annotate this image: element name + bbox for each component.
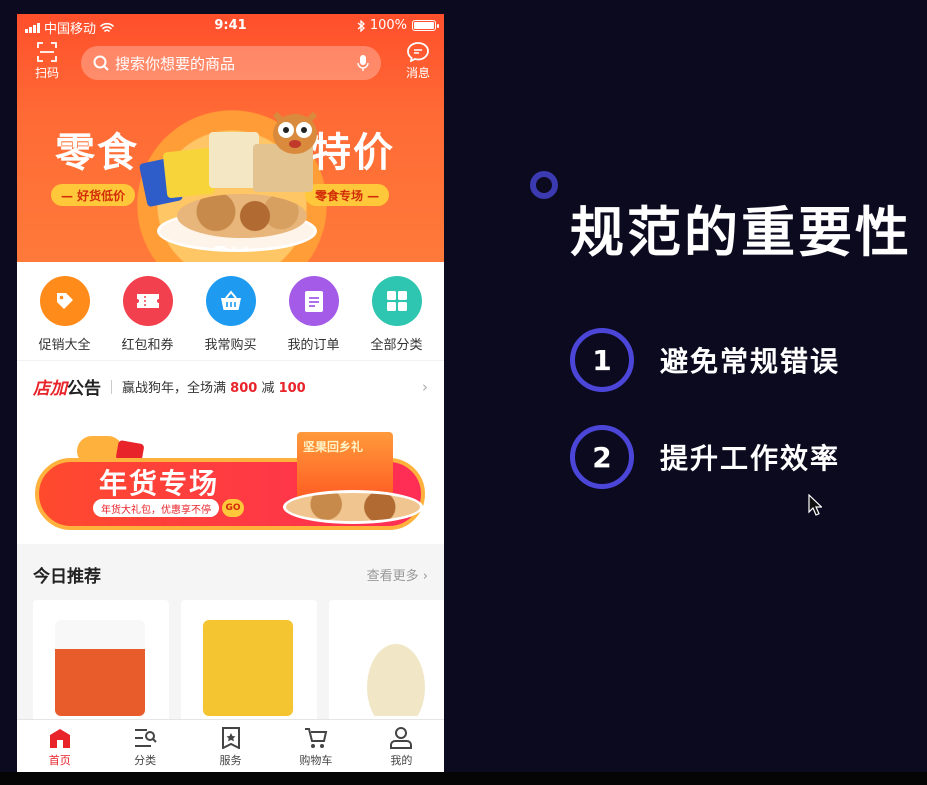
phone-screenshot: 中国移动 9:41 100% 扫码 搜索你想要的商品 消息 零食 特价 — 好货… bbox=[17, 14, 444, 772]
status-bar: 中国移动 9:41 100% bbox=[17, 14, 444, 38]
notice-mid: 减 bbox=[261, 381, 275, 396]
category-row: 促销大全 红包和券 我常购买 我的订单 全部分类 bbox=[17, 262, 444, 360]
bottom-strip bbox=[0, 772, 927, 785]
product-image bbox=[351, 620, 441, 716]
category-label: 红包和券 bbox=[121, 338, 174, 353]
search-placeholder: 搜索你想要的商品 bbox=[115, 54, 236, 73]
category-label: 我常购买 bbox=[204, 338, 257, 353]
slide-point: 1 避免常规错误 bbox=[570, 328, 840, 392]
slide-title: 规范的重要性 bbox=[570, 201, 912, 264]
tab-home[interactable]: 首页 bbox=[17, 720, 102, 772]
chevron-right-icon: › bbox=[422, 569, 428, 584]
category-coupons[interactable]: 红包和券 bbox=[108, 276, 188, 360]
view-more-link[interactable]: 查看更多 › bbox=[367, 565, 428, 584]
snack-plate bbox=[283, 490, 423, 524]
ticket-icon bbox=[122, 276, 173, 326]
announcement-logo: 店加公告 bbox=[33, 374, 101, 399]
announcement-text: 赢战狗年，全场满 800 减 100 bbox=[122, 377, 422, 396]
pagination-dot bbox=[213, 246, 226, 251]
banner-pill-left: — 好货低价 bbox=[51, 184, 136, 206]
basket-icon bbox=[205, 276, 256, 326]
view-more-label: 查看更多 bbox=[366, 569, 419, 584]
category-promotions[interactable]: 促销大全 bbox=[25, 276, 105, 360]
banner-left-word: 零食 bbox=[55, 130, 139, 176]
scan-icon bbox=[37, 42, 57, 62]
tab-label: 首页 bbox=[48, 754, 71, 767]
gift-box-text: 坚果回乡礼 bbox=[303, 440, 364, 454]
decorative-ring bbox=[530, 171, 558, 199]
tab-label: 购物车 bbox=[299, 754, 333, 767]
tab-category[interactable]: 分类 bbox=[102, 720, 187, 772]
tab-profile[interactable]: 我的 bbox=[359, 720, 444, 772]
category-all[interactable]: 全部分类 bbox=[357, 276, 437, 360]
battery-percent: 100% bbox=[369, 18, 407, 33]
notice-amount1: 800 bbox=[230, 381, 258, 396]
snack-bag bbox=[162, 147, 216, 199]
message-label: 消息 bbox=[405, 66, 430, 80]
profile-icon bbox=[390, 727, 413, 749]
hero-banner[interactable]: 零食 特价 — 好货低价 零食专场 — bbox=[17, 90, 444, 262]
logo-red-text: 店加 bbox=[33, 379, 67, 399]
product-image bbox=[55, 620, 145, 716]
promo-title: 年货专场 bbox=[99, 467, 220, 500]
category-orders[interactable]: 我的订单 bbox=[274, 276, 354, 360]
promo-go-badge: GO bbox=[222, 499, 244, 517]
pagination-dot bbox=[242, 246, 248, 251]
slide-point: 2 提升工作效率 bbox=[570, 425, 840, 489]
category-icon bbox=[135, 729, 157, 747]
order-icon bbox=[288, 276, 339, 326]
point-label: 提升工作效率 bbox=[660, 442, 841, 475]
category-frequent[interactable]: 我常购买 bbox=[191, 276, 271, 360]
tab-cart[interactable]: 购物车 bbox=[273, 720, 358, 772]
notice-amount2: 100 bbox=[278, 381, 306, 396]
announcement-bar[interactable]: 店加公告 赢战狗年，全场满 800 减 100 › bbox=[17, 360, 444, 412]
banner-right-word: 特价 bbox=[311, 130, 395, 176]
status-right: 100% bbox=[357, 18, 439, 33]
tab-label: 服务 bbox=[219, 754, 242, 767]
cart-icon bbox=[304, 728, 328, 748]
tab-bar: 首页 分类 服务 购物车 我的 bbox=[17, 719, 444, 772]
service-icon bbox=[221, 727, 240, 749]
category-label: 我的订单 bbox=[287, 338, 340, 353]
microphone-icon[interactable] bbox=[357, 55, 369, 71]
grid-icon bbox=[371, 276, 422, 326]
nuts-pile bbox=[177, 194, 307, 238]
chevron-right-icon: › bbox=[422, 377, 428, 396]
recommend-title: 今日推荐 bbox=[33, 567, 101, 587]
home-icon bbox=[49, 729, 70, 748]
message-icon bbox=[407, 42, 429, 62]
point-label: 避免常规错误 bbox=[660, 345, 841, 378]
category-label: 促销大全 bbox=[38, 338, 91, 353]
point-number: 2 bbox=[570, 425, 634, 489]
category-label: 全部分类 bbox=[370, 338, 423, 353]
tab-label: 分类 bbox=[134, 754, 157, 767]
tab-service[interactable]: 服务 bbox=[188, 720, 273, 772]
scan-button[interactable]: 扫码 bbox=[29, 42, 65, 81]
point-number: 1 bbox=[570, 328, 634, 392]
pagination-dot bbox=[231, 246, 237, 251]
promo-banner[interactable]: 年货专场 年货大礼包，优惠享不停 GO 坚果回乡礼 bbox=[17, 412, 444, 544]
divider bbox=[111, 379, 112, 394]
mouse-cursor-icon bbox=[808, 494, 822, 516]
notice-prefix: 赢战狗年，全场满 bbox=[122, 381, 227, 396]
banner-pill-right: 零食专场 — bbox=[305, 184, 390, 206]
tag-icon bbox=[39, 276, 90, 326]
mascot-illustration bbox=[272, 111, 318, 154]
header-area: 中国移动 9:41 100% 扫码 搜索你想要的商品 消息 零食 特价 — 好货… bbox=[17, 14, 444, 262]
tab-label: 我的 bbox=[390, 754, 413, 767]
scan-label: 扫码 bbox=[34, 66, 59, 80]
product-image bbox=[203, 620, 293, 716]
logo-dark-text: 公告 bbox=[67, 379, 101, 399]
search-input[interactable]: 搜索你想要的商品 bbox=[81, 46, 381, 80]
recommend-section: 今日推荐 查看更多 › bbox=[17, 544, 444, 740]
snack-bag bbox=[209, 132, 259, 188]
battery-icon bbox=[412, 20, 439, 31]
message-button[interactable]: 消息 bbox=[400, 42, 436, 81]
promo-subtitle: 年货大礼包，优惠享不停 bbox=[93, 499, 219, 517]
search-icon bbox=[93, 55, 109, 71]
banner-pagination bbox=[17, 246, 444, 251]
bluetooth-icon bbox=[357, 19, 365, 32]
